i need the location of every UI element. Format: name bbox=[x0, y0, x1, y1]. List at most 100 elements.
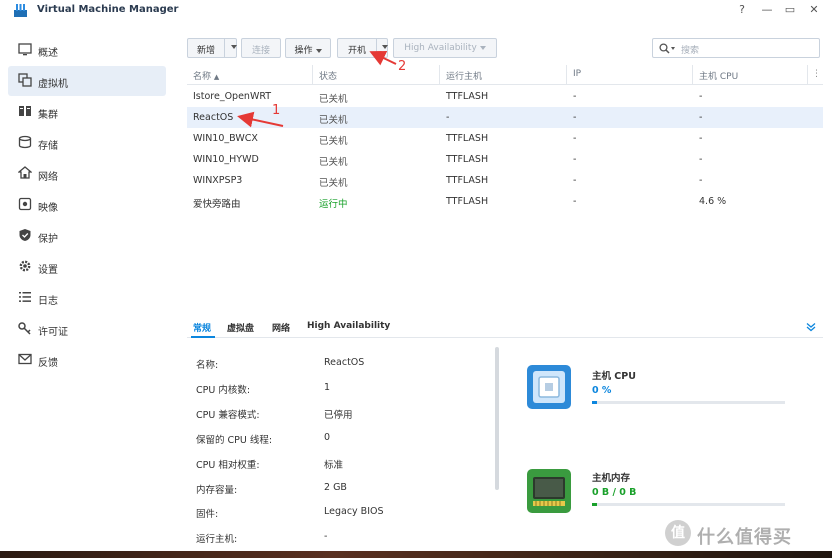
cpu-usage-fill bbox=[592, 401, 597, 404]
sidebar-item-label: 反馈 bbox=[38, 358, 58, 369]
log-icon bbox=[19, 292, 31, 302]
sidebar-item-label: 网络 bbox=[38, 172, 58, 183]
image-icon bbox=[18, 197, 32, 211]
chevron-down-icon bbox=[315, 48, 322, 53]
detail-key: 内存容量: bbox=[196, 485, 238, 496]
tab-general[interactable]: 常规 bbox=[193, 321, 211, 334]
sidebar-item-label: 集群 bbox=[38, 110, 58, 121]
column-menu-icon[interactable]: ⋮ bbox=[812, 69, 821, 79]
sidebar-item-label: 存储 bbox=[38, 141, 58, 152]
action-button[interactable]: 操作 bbox=[285, 38, 331, 58]
annotation-label-1: 1 bbox=[272, 103, 281, 118]
memory-title: 主机内存 bbox=[592, 473, 631, 484]
mail-icon bbox=[18, 353, 32, 365]
table-row[interactable]: WIN10_HYWD 已关机 TTFLASH - - bbox=[187, 149, 823, 170]
power-on-dropdown-icon[interactable] bbox=[379, 42, 388, 52]
help-button[interactable]: ? bbox=[734, 2, 750, 18]
sidebar-item-label: 许可证 bbox=[38, 327, 68, 338]
close-button[interactable]: ✕ bbox=[806, 2, 822, 18]
table-row[interactable]: WIN10_BWCX 已关机 TTFLASH - - bbox=[187, 128, 823, 149]
table-row[interactable]: Istore_OpenWRT 已关机 TTFLASH - - bbox=[187, 86, 823, 107]
overview-icon bbox=[18, 43, 32, 56]
detail-value: - bbox=[324, 531, 328, 542]
column-header-status[interactable]: 状态 bbox=[319, 69, 337, 82]
title-bar: Virtual Machine Manager ? — ▭ ✕ bbox=[0, 0, 832, 21]
detail-key: 固件: bbox=[196, 509, 219, 520]
desktop-background-strip bbox=[0, 551, 832, 558]
sidebar-item-network[interactable]: 网络 bbox=[8, 159, 166, 189]
table-row[interactable]: 爱快旁路由 运行中 TTFLASH - 4.6 % bbox=[187, 191, 823, 212]
chevron-down-icon bbox=[479, 45, 486, 50]
details-scrollbar[interactable] bbox=[495, 347, 499, 490]
watermark: 值 什么值得买 bbox=[665, 520, 830, 548]
detail-value: 1 bbox=[324, 382, 331, 393]
power-on-button[interactable]: 开机 bbox=[337, 38, 388, 58]
detail-key: 保留的 CPU 线程: bbox=[196, 435, 273, 446]
detail-value: ReactOS bbox=[324, 357, 365, 368]
shield-icon bbox=[19, 229, 31, 241]
sidebar-item-settings[interactable]: 设置 bbox=[8, 252, 166, 282]
sidebar: 概述 虚拟机 集群 存储 网络 映像 保护 设置 日志 许可证 反馈 bbox=[0, 35, 175, 558]
vm-icon bbox=[18, 73, 32, 87]
watermark-text: 什么值得买 bbox=[697, 527, 792, 548]
new-dropdown-icon[interactable] bbox=[228, 42, 237, 52]
sidebar-item-label: 设置 bbox=[38, 265, 58, 276]
table-row[interactable]: WINXPSP3 已关机 TTFLASH - - bbox=[187, 170, 823, 191]
sidebar-item-storage[interactable]: 存储 bbox=[8, 128, 166, 158]
memory-icon bbox=[527, 469, 571, 513]
column-header-host[interactable]: 运行主机 bbox=[446, 69, 482, 82]
sidebar-item-log[interactable]: 日志 bbox=[8, 283, 166, 313]
detail-value: 2 GB bbox=[324, 482, 347, 493]
table-header: 名称 ▲ 状态 运行主机 IP 主机 CPU ⋮ bbox=[187, 65, 823, 85]
sidebar-item-license[interactable]: 许可证 bbox=[8, 314, 166, 344]
sidebar-item-label: 虚拟机 bbox=[38, 79, 68, 90]
network-icon bbox=[18, 166, 32, 179]
sidebar-item-label: 日志 bbox=[38, 296, 58, 307]
active-tab-indicator bbox=[191, 336, 215, 338]
sidebar-item-protection[interactable]: 保护 bbox=[8, 221, 166, 251]
storage-icon bbox=[18, 135, 32, 149]
cpu-value: 0 % bbox=[592, 385, 612, 396]
search-options-icon[interactable] bbox=[671, 47, 675, 50]
tab-virtual-disk[interactable]: 虚拟盘 bbox=[227, 321, 254, 334]
annotation-label-2: 2 bbox=[398, 59, 407, 74]
sidebar-item-feedback[interactable]: 反馈 bbox=[8, 345, 166, 375]
memory-usage-bar bbox=[592, 503, 785, 506]
column-header-ip[interactable]: IP bbox=[573, 69, 581, 79]
minimize-button[interactable]: — bbox=[759, 2, 775, 18]
app-title: Virtual Machine Manager bbox=[37, 4, 179, 15]
search-input[interactable]: 搜索 bbox=[652, 38, 820, 58]
column-header-host-cpu[interactable]: 主机 CPU bbox=[699, 69, 738, 82]
sidebar-item-vm[interactable]: 虚拟机 bbox=[8, 66, 166, 96]
detail-key: CPU 兼容模式: bbox=[196, 410, 260, 421]
sidebar-item-label: 保护 bbox=[38, 234, 58, 245]
detail-key: CPU 内核数: bbox=[196, 385, 251, 396]
maximize-button[interactable]: ▭ bbox=[782, 2, 798, 18]
cpu-icon bbox=[527, 365, 571, 409]
tab-high-availability[interactable]: High Availability bbox=[307, 321, 390, 331]
high-availability-button[interactable]: High Availability bbox=[393, 38, 497, 58]
sidebar-item-overview[interactable]: 概述 bbox=[8, 35, 166, 65]
cpu-usage-bar bbox=[592, 401, 785, 404]
sidebar-item-image[interactable]: 映像 bbox=[8, 190, 166, 220]
detail-key: CPU 相对权重: bbox=[196, 460, 260, 471]
new-button[interactable]: 新增 bbox=[187, 38, 237, 58]
sidebar-item-label: 映像 bbox=[38, 203, 58, 214]
search-icon bbox=[659, 43, 670, 54]
memory-value: 0 B / 0 B bbox=[592, 487, 637, 498]
sort-asc-icon: ▲ bbox=[213, 73, 220, 81]
detail-key: 名称: bbox=[196, 360, 219, 371]
table-row[interactable]: ReactOS 已关机 - - - bbox=[187, 107, 823, 128]
detail-value: 0 bbox=[324, 432, 331, 443]
sidebar-item-cluster[interactable]: 集群 bbox=[8, 97, 166, 127]
column-header-name[interactable]: 名称 ▲ bbox=[193, 69, 219, 82]
detail-value: Legacy BIOS bbox=[324, 506, 384, 517]
tab-network[interactable]: 网络 bbox=[272, 321, 290, 334]
connect-button[interactable]: 连接 bbox=[241, 38, 281, 58]
sidebar-item-label: 概述 bbox=[38, 48, 58, 59]
memory-usage-fill bbox=[592, 503, 597, 506]
key-icon bbox=[18, 322, 31, 335]
detail-tabs: 常规 虚拟盘 网络 High Availability bbox=[187, 316, 823, 338]
search-placeholder: 搜索 bbox=[681, 46, 700, 56]
collapse-chevron-icon[interactable] bbox=[806, 322, 816, 332]
